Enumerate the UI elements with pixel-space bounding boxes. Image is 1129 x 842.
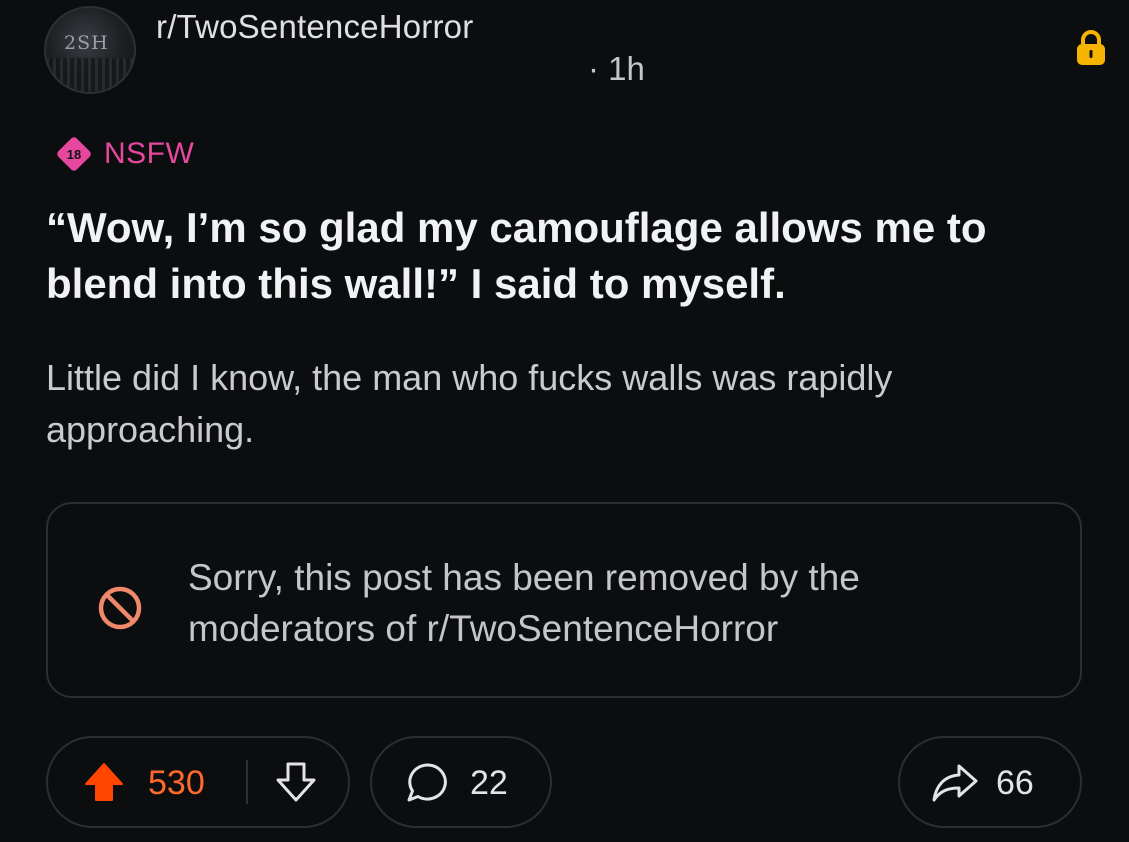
svg-text:18: 18 <box>67 147 81 162</box>
nsfw-18-icon: 18 <box>57 137 91 171</box>
comments-button[interactable]: 22 <box>370 736 552 828</box>
avatar-text: 2SH <box>64 32 109 54</box>
lock-icon <box>1077 30 1105 65</box>
share-icon <box>932 764 978 802</box>
upvote-count: 530 <box>148 764 205 802</box>
subreddit-name[interactable]: r/TwoSentenceHorror <box>156 8 473 46</box>
post-timestamp: · 1h <box>588 50 645 87</box>
comment-icon <box>407 763 447 802</box>
prohibited-icon <box>98 586 142 630</box>
nsfw-tag: 18 NSFW <box>56 136 194 172</box>
downvote-icon[interactable] <box>274 760 318 804</box>
share-button[interactable]: 66 <box>898 736 1082 828</box>
removed-notice-text: Sorry, this post has been removed by the… <box>188 557 860 649</box>
upvote-icon[interactable] <box>82 760 126 804</box>
avatar-image-detail <box>46 58 134 92</box>
nsfw-label: NSFW <box>104 137 195 170</box>
post-title[interactable]: “Wow, I’m so glad my camouflage allows m… <box>46 200 1106 312</box>
vote-divider <box>246 760 248 804</box>
removed-notice: Sorry, this post has been removed by the… <box>46 502 1082 698</box>
vote-bar: 530 <box>46 736 350 828</box>
comment-count: 22 <box>470 764 508 802</box>
subreddit-avatar[interactable]: 2SH <box>44 6 136 94</box>
post-body: Little did I know, the man who fucks wal… <box>46 357 893 450</box>
share-count: 66 <box>996 764 1034 802</box>
